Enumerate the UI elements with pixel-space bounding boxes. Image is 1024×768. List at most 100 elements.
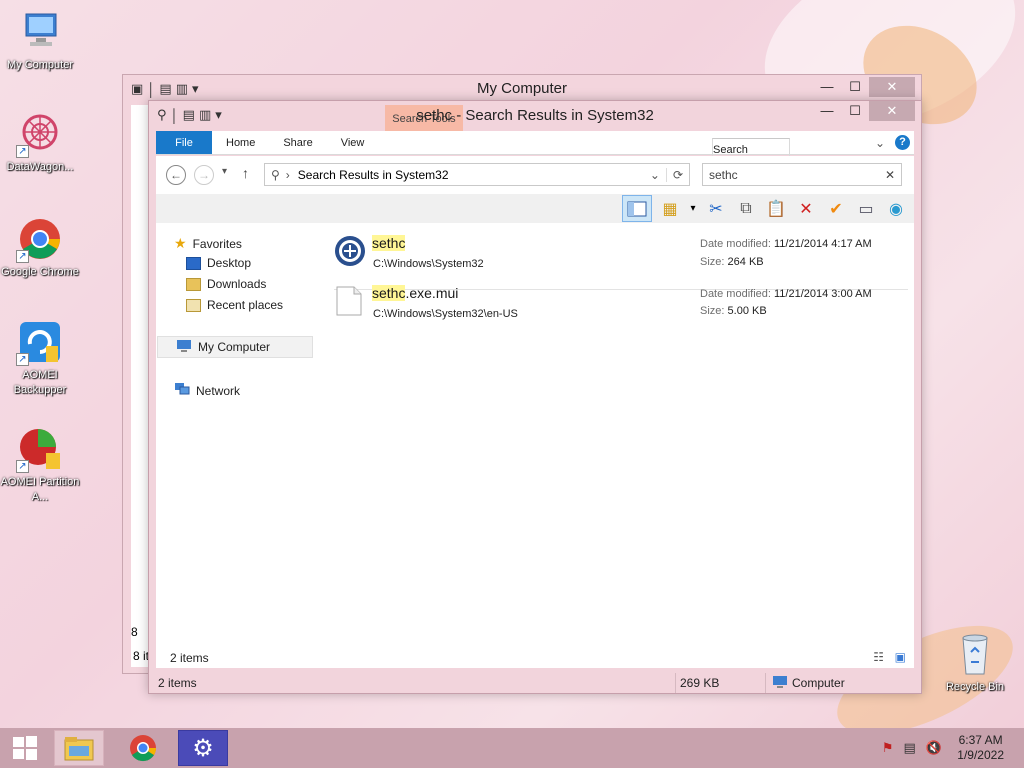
- desktop-icon-label: Recycle Bin: [945, 681, 1005, 693]
- shell-icon[interactable]: ◉: [884, 198, 908, 220]
- volume-muted-icon[interactable]: 🔇: [926, 740, 942, 756]
- desktop-icon-recycle-bin[interactable]: Recycle Bin: [935, 630, 1015, 695]
- rename-check-icon[interactable]: ✔: [824, 198, 848, 220]
- system-tray: ⚑ ▤ 🔇: [882, 740, 942, 756]
- minimize-button[interactable]: —: [813, 77, 841, 97]
- paste-icon[interactable]: 📋: [764, 198, 788, 220]
- explorer-window[interactable]: ⚲ │ ▤ ▥ ▾ Search Tools sethc - Search Re…: [148, 100, 922, 694]
- list-item[interactable]: sethc.exe.mui C:\Windows\System32\en-US …: [334, 285, 908, 331]
- aomei-backupper-icon: ↗: [16, 318, 64, 366]
- forward-button[interactable]: →: [194, 165, 214, 185]
- desktop-icon-label: Google Chrome: [1, 266, 79, 278]
- chrome-icon: [130, 735, 157, 762]
- desktop-icon-label: AOMEI Partition A...: [0, 476, 80, 503]
- nav-label: Downloads: [207, 277, 267, 291]
- desktop-icon-datawagon[interactable]: ↗ DataWagon...: [0, 110, 80, 175]
- clear-search-icon[interactable]: ✕: [885, 168, 895, 182]
- maximize-button[interactable]: ☐: [841, 77, 869, 97]
- aomei-partition-icon: ↗: [16, 425, 64, 473]
- nav-my-computer[interactable]: My Computer: [157, 336, 313, 358]
- desktop-icon-label: AOMEI Backupper: [13, 369, 67, 396]
- close-button[interactable]: ✕: [869, 101, 915, 121]
- cut-icon[interactable]: ✂: [704, 198, 728, 220]
- result-name: sethc: [372, 235, 406, 251]
- desktop-icon-my-computer[interactable]: My Computer: [0, 8, 80, 73]
- desktop-icon-aomei-backupper[interactable]: ↗ AOMEI Backupper: [0, 318, 80, 398]
- content-area: ★ Favorites Desktop Downloads Recent pla…: [156, 223, 914, 650]
- preview-pane-icon[interactable]: [622, 195, 652, 222]
- tab-view[interactable]: View: [327, 131, 379, 154]
- tab-home[interactable]: Home: [212, 131, 269, 154]
- close-button[interactable]: ✕: [869, 77, 915, 97]
- inner-status-bar: 2 items ☷ ▣: [156, 650, 914, 668]
- properties-icon[interactable]: ▭: [854, 198, 878, 220]
- large-icons-view-icon[interactable]: ▣: [895, 650, 906, 664]
- status-size: 269 KB: [676, 673, 766, 693]
- tab-share[interactable]: Share: [269, 131, 326, 154]
- address-dropdown-icon[interactable]: ⌄: [644, 167, 667, 182]
- result-path: C:\Windows\System32: [373, 258, 484, 270]
- result-name: sethc.exe.mui: [372, 285, 458, 301]
- address-bar-area: ← → ▾ ↑ ⚲ › Search Results in System32 ⌄…: [156, 156, 914, 194]
- back-quick-access-toolbar: ▣ │ ▤ ▥ ▾: [131, 81, 199, 97]
- nav-downloads[interactable]: Downloads: [186, 277, 266, 291]
- dropdown-icon[interactable]: ▾: [688, 198, 698, 220]
- status-items: 2 items: [156, 673, 676, 693]
- star-icon: ★: [174, 235, 187, 251]
- maximize-button[interactable]: ☐: [841, 101, 869, 121]
- taskbar-chrome[interactable]: [118, 730, 168, 766]
- shortcut-arrow-icon: ↗: [16, 250, 29, 263]
- up-button[interactable]: ↑: [242, 165, 249, 181]
- help-icon[interactable]: ?: [895, 135, 910, 150]
- network-status-icon[interactable]: ▤: [904, 740, 916, 756]
- nav-network[interactable]: Network: [174, 382, 240, 399]
- minimize-button[interactable]: —: [813, 101, 841, 121]
- refresh-icon[interactable]: ⟳: [667, 168, 689, 182]
- start-button[interactable]: [0, 730, 50, 766]
- expand-ribbon-icon[interactable]: ⌄: [875, 136, 885, 150]
- back-window-controls: — ☐ ✕: [813, 77, 915, 97]
- location-label: Computer: [792, 676, 845, 690]
- details-view-icon[interactable]: ☷: [873, 650, 884, 664]
- breadcrumb-chevron-icon[interactable]: ›: [286, 168, 290, 182]
- breadcrumb-current[interactable]: Search Results in System32: [298, 168, 449, 182]
- computer-icon: [16, 8, 64, 56]
- delete-icon[interactable]: ✕: [794, 198, 818, 220]
- nav-recent-places[interactable]: Recent places: [186, 298, 283, 312]
- name-highlight: sethc: [372, 235, 406, 251]
- result-path: C:\Windows\System32\en-US: [373, 308, 518, 320]
- name-highlight: sethc: [372, 285, 406, 301]
- tab-file[interactable]: File: [156, 131, 212, 154]
- desktop-icon-chrome[interactable]: ↗ Google Chrome: [0, 215, 80, 280]
- nav-label: Recent places: [207, 298, 284, 312]
- ribbon-tabs: File Home Share View Search ⌄ ?: [156, 131, 914, 161]
- nav-label: My Computer: [198, 340, 271, 354]
- clock[interactable]: 6:37 AM 1/9/2022: [957, 733, 1004, 763]
- title-bar[interactable]: ⚲ │ ▤ ▥ ▾ Search Tools sethc - Search Re…: [149, 101, 921, 131]
- address-field[interactable]: ⚲ › Search Results in System32 ⌄ ⟳: [264, 163, 690, 186]
- copy-icon[interactable]: ⧉: [734, 198, 758, 220]
- status-location: Computer: [766, 675, 845, 692]
- search-input[interactable]: sethc ✕: [702, 163, 902, 186]
- shortcut-arrow-icon: ↗: [16, 353, 29, 366]
- desktop-icon-label: My Computer: [6, 59, 74, 71]
- file-explorer-icon: [64, 737, 94, 761]
- shortcut-arrow-icon: ↗: [16, 145, 29, 158]
- back-status-fragment: 8 it: [133, 649, 150, 663]
- search-location-icon: ⚲: [271, 167, 280, 182]
- taskbar-file-explorer[interactable]: [54, 730, 104, 766]
- recent-locations-icon[interactable]: ▾: [222, 166, 227, 177]
- nav-favorites[interactable]: ★ Favorites: [174, 235, 242, 252]
- recent-places-icon: [186, 298, 201, 312]
- action-center-flag-icon[interactable]: ⚑: [882, 740, 894, 756]
- list-item[interactable]: sethc C:\Windows\System32 Date modified:…: [334, 235, 908, 290]
- nav-label: Favorites: [192, 236, 242, 251]
- sethc-app-icon: [334, 235, 366, 270]
- computer-icon: [772, 675, 788, 692]
- command-toolbar: ▦ ▾ ✂ ⧉ 📋 ✕ ✔ ▭ ◉: [156, 194, 914, 223]
- desktop-icon-aomei-partition[interactable]: ↗ AOMEI Partition A...: [0, 425, 80, 505]
- folder-options-icon[interactable]: ▦: [658, 198, 682, 220]
- taskbar-settings-app[interactable]: ⚙: [178, 730, 228, 766]
- back-button[interactable]: ←: [166, 165, 186, 185]
- nav-desktop[interactable]: Desktop: [186, 256, 251, 270]
